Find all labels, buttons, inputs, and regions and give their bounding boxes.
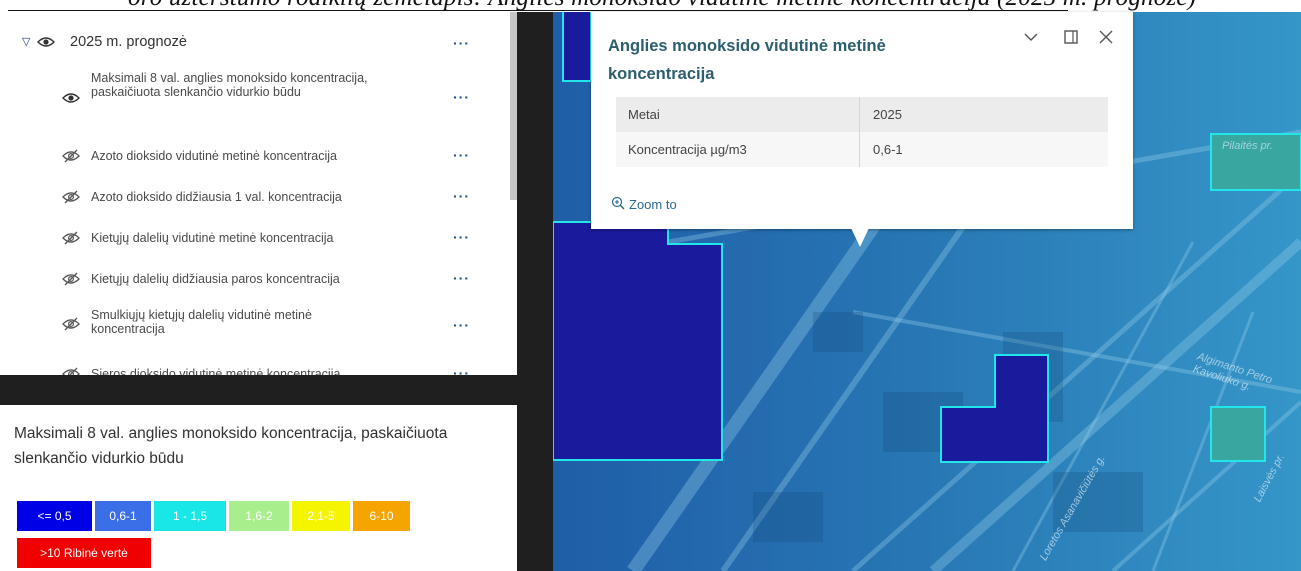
eye-off-icon[interactable]: [62, 317, 80, 331]
attribute-separator: [859, 97, 860, 132]
layer-item-label: Kietųjų dalelių vidutinė metinė koncentr…: [91, 231, 334, 245]
more-options-button[interactable]: ···: [453, 36, 470, 50]
attribute-key: Metai: [628, 107, 660, 122]
dock-icon[interactable]: [1062, 28, 1080, 46]
more-options-button[interactable]: ···: [453, 148, 470, 162]
legend-class-label: 6-10: [369, 509, 394, 523]
chevron-down-icon[interactable]: [1022, 28, 1040, 46]
layer-item[interactable]: Azoto dioksido vidutinė metinė koncentra…: [0, 146, 500, 166]
zoom-in-icon[interactable]: [611, 196, 625, 210]
legend-title: Maksimali 8 val. anglies monoksido konce…: [14, 425, 448, 467]
legend-class-chip: >10 Ribinė vertė: [17, 538, 151, 568]
legend-class-chip: 6-10: [353, 501, 410, 531]
panel-divider-bar: [0, 375, 553, 405]
layer-group-row[interactable]: ▽ 2025 m. prognozė ···: [0, 30, 500, 54]
legend-class-label: <= 0,5: [37, 509, 72, 523]
legend-class-chip: 1 - 1,5: [154, 501, 226, 531]
legend-class-chip: 0,6-1: [95, 501, 151, 531]
layer-item[interactable]: Azoto dioksido didžiausia 1 val. koncent…: [0, 187, 500, 207]
layer-item-label: Kietųjų dalelių didžiausia paros koncent…: [91, 272, 340, 286]
layer-item-label: Sieros dioksido vidutinė metinė koncentr…: [91, 367, 341, 375]
close-icon[interactable]: [1097, 28, 1115, 46]
layer-item-label: Smulkiųjų kietųjų dalelių vidutinė metin…: [91, 308, 312, 336]
legend-class-label: 0,6-1: [109, 509, 137, 523]
feature-popup: Anglies monoksido vidutinė metinė koncen…: [591, 12, 1133, 229]
layer-item-label: Azoto dioksido vidutinė metinė koncentra…: [91, 149, 337, 163]
attribute-value: 0,6-1: [873, 142, 903, 157]
attribute-value: 2025: [873, 107, 902, 122]
legend-class-chip: 1,6-2: [229, 501, 289, 531]
layer-item[interactable]: Sieros dioksido vidutinė metinė koncentr…: [0, 364, 500, 375]
eye-off-icon[interactable]: [62, 231, 80, 245]
popup-title: Anglies monoksido vidutinė metinė koncen…: [608, 37, 886, 83]
legend-class-chip: 2,1-5: [292, 501, 350, 531]
eye-off-icon[interactable]: [62, 149, 80, 163]
layer-list-scrollbar-thumb[interactable]: [510, 12, 517, 200]
legend-class-label: 2,1-5: [307, 509, 335, 523]
eye-off-icon[interactable]: [62, 272, 80, 286]
layer-item-label: Azoto dioksido didžiausia 1 val. koncent…: [91, 190, 342, 204]
more-options-button[interactable]: ···: [453, 90, 470, 104]
layer-list-panel: ▽ 2025 m. prognozė ··· Maksimali 8 val. …: [0, 12, 517, 375]
eye-icon[interactable]: [62, 91, 80, 105]
eye-icon[interactable]: [37, 35, 55, 49]
popup-pointer: [851, 228, 869, 247]
street-label: Pilaitės pr.: [1222, 140, 1273, 152]
more-options-button[interactable]: ···: [453, 271, 470, 285]
expand-triangle-icon[interactable]: ▽: [22, 35, 30, 48]
layer-item[interactable]: Kietųjų dalelių didžiausia paros koncent…: [0, 269, 500, 289]
zoom-to-label: Zoom to: [629, 197, 677, 212]
cropped-header: oro užterštumo rodiklių žemėlapis: Angli…: [0, 0, 1301, 12]
layer-item[interactable]: Maksimali 8 val. anglies monoksido konce…: [0, 68, 500, 126]
layer-group-label: 2025 m. prognozė: [70, 34, 187, 50]
legend-class-chip: <= 0,5: [17, 501, 92, 531]
attribute-key: Koncentracija µg/m3: [628, 142, 747, 157]
header-rule: [8, 10, 1068, 11]
more-options-button[interactable]: ···: [453, 318, 470, 332]
layer-item-label: Maksimali 8 val. anglies monoksido konce…: [91, 71, 368, 99]
panel-divider: [517, 12, 553, 571]
layer-item[interactable]: Kietųjų dalelių vidutinė metinė koncentr…: [0, 228, 500, 248]
attribute-row: Koncentracija µg/m3 0,6-1: [616, 132, 1108, 167]
legend-class-label: 1 - 1,5: [172, 509, 208, 523]
attribute-separator: [859, 132, 860, 167]
layer-item[interactable]: Smulkiųjų kietųjų dalelių vidutinė metin…: [0, 306, 500, 342]
eye-off-icon[interactable]: [62, 190, 80, 204]
eye-off-icon[interactable]: [62, 367, 80, 375]
legend-class-label: >10 Ribinė vertė: [40, 546, 128, 560]
legend-class-label: 1,6-2: [245, 509, 273, 523]
more-options-button[interactable]: ···: [453, 230, 470, 244]
legend-panel: Maksimali 8 val. anglies monoksido konce…: [0, 405, 517, 571]
attribute-row: Metai 2025: [616, 97, 1108, 132]
more-options-button[interactable]: ···: [453, 189, 470, 203]
more-options-button[interactable]: ···: [453, 366, 470, 375]
